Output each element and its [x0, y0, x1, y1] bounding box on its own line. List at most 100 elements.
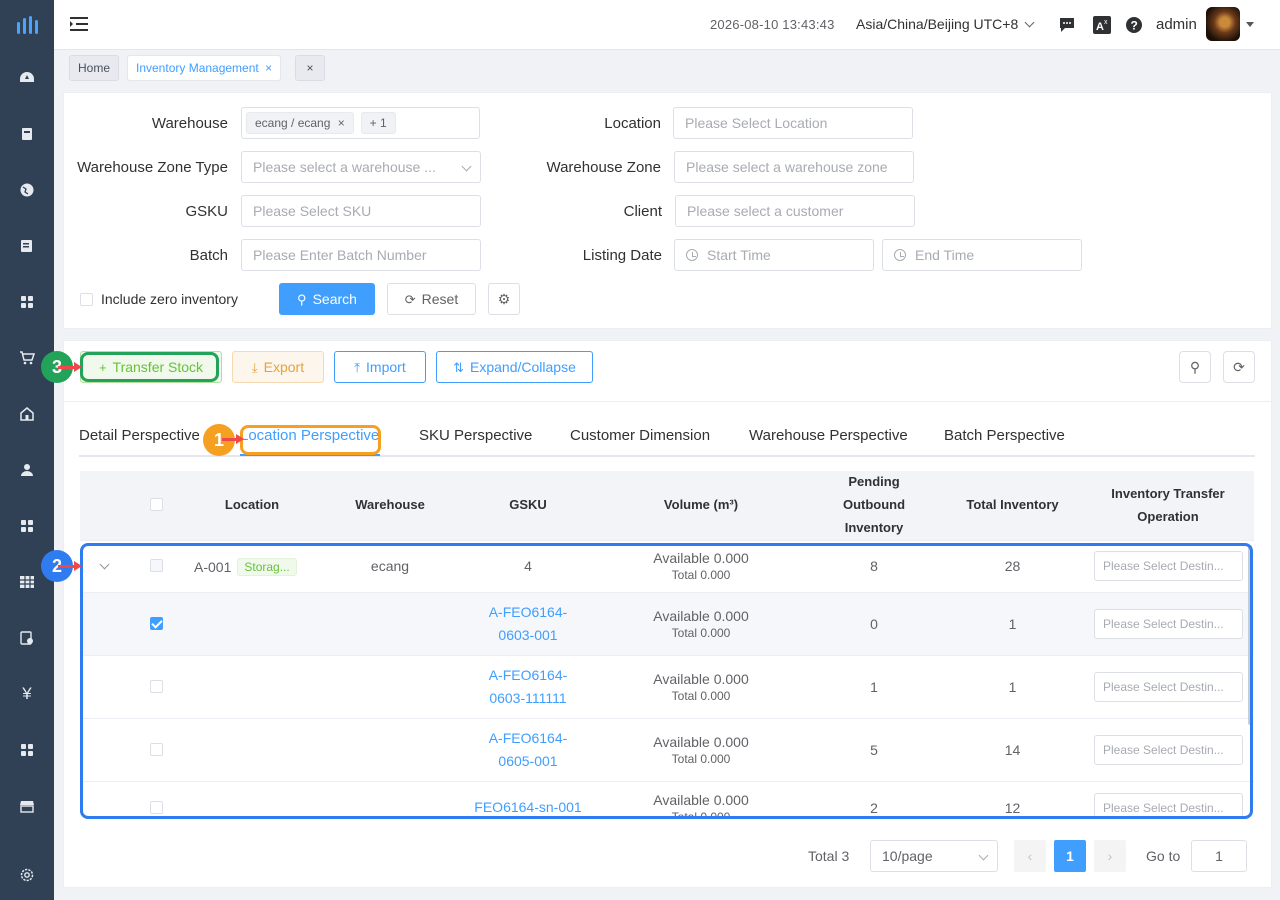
gsku-link[interactable]: FEO6164-sn-001 — [468, 796, 588, 818]
gsku-link[interactable]: A-FEO6164- 0603-001 — [468, 601, 588, 647]
gsku-line2: 0603-111111 — [489, 690, 567, 706]
timezone-select[interactable]: Asia/China/Beijing UTC+8 — [856, 16, 1035, 32]
username[interactable]: admin — [1156, 16, 1197, 33]
batch-input[interactable]: Please Enter Batch Number — [241, 239, 481, 271]
zero-inventory-label: Include zero inventory — [101, 291, 238, 307]
row-checkbox[interactable] — [150, 801, 163, 814]
warehouse-select[interactable]: ecang / ecang × + 1 — [241, 107, 480, 139]
warehouse-label: Warehouse — [151, 115, 228, 132]
expand-collapse-button[interactable]: ⇅ Expand/Collapse — [436, 351, 593, 383]
table-icon[interactable] — [17, 572, 37, 592]
page-size-select[interactable]: 10/page — [870, 840, 998, 872]
avatar[interactable] — [1206, 7, 1240, 41]
message-icon[interactable] — [1058, 16, 1076, 34]
apps-grid-icon[interactable] — [17, 516, 37, 536]
table-scrollbar[interactable] — [1248, 545, 1252, 725]
tag-inventory-management[interactable]: Inventory Management × — [127, 55, 282, 81]
settings-button[interactable]: ⚙ — [488, 283, 520, 315]
tab-warehouse-perspective[interactable]: Warehouse Perspective — [749, 427, 908, 444]
table-row-clip: FEO6164-sn-001 Available 0.000 Total 0.00… — [80, 782, 1254, 818]
import-button[interactable]: ⤒ Import — [334, 351, 426, 383]
gsku-link[interactable]: A-FEO6164- 0605-001 — [468, 727, 588, 773]
toolbar-divider — [63, 401, 1272, 402]
destination-select[interactable]: Please Select Destin... — [1094, 609, 1243, 639]
volume-available: Available 0.000 — [653, 734, 749, 750]
transfer-stock-button[interactable]: + Transfer Stock — [80, 351, 222, 383]
zone-type-select[interactable]: Please select a warehouse ... — [241, 151, 481, 183]
refresh-icon: ⟳ — [404, 292, 416, 307]
svg-text:A: A — [1096, 21, 1104, 33]
table-search-button[interactable]: ⚲ — [1179, 351, 1211, 383]
gsku-line2: 0603-001 — [498, 627, 558, 643]
search-button[interactable]: ⚲ Search — [279, 283, 375, 315]
yuan-icon[interactable]: ¥ — [17, 684, 37, 704]
close-icon[interactable]: × — [265, 61, 272, 75]
close-all-icon[interactable]: × — [295, 55, 325, 81]
select-all-checkbox[interactable] — [150, 498, 163, 511]
timezone-label: Asia/China/Beijing UTC+8 — [856, 16, 1019, 32]
caret-down-icon[interactable] — [1246, 22, 1254, 27]
row-total: 12 — [1004, 800, 1021, 816]
apps-grid-icon[interactable] — [17, 740, 37, 760]
start-date-input[interactable]: Start Time — [674, 239, 874, 271]
location-label: Location — [604, 115, 661, 132]
translate-icon[interactable]: Ax — [1093, 16, 1111, 34]
col-transfer-operation: Inventory Transfer Operation — [1090, 482, 1246, 528]
gsku-select[interactable]: Please Select SKU — [241, 195, 481, 227]
tab-customer-dimension[interactable]: Customer Dimension — [570, 427, 710, 444]
home-icon[interactable] — [17, 404, 37, 424]
zone-select[interactable]: Please select a warehouse zone — [674, 151, 914, 183]
volume-available: Available 0.000 — [653, 792, 749, 808]
warehouse-chip-label: ecang / ecang — [255, 116, 331, 130]
page-number-button[interactable]: 1 — [1054, 840, 1086, 872]
download-icon: ⤓ — [251, 360, 258, 375]
tab-detail-perspective[interactable]: Detail Perspective — [79, 427, 200, 444]
close-icon[interactable]: × — [338, 116, 345, 130]
tab-batch-perspective[interactable]: Batch Perspective — [944, 427, 1065, 444]
tag-home[interactable]: Home — [69, 55, 120, 81]
reset-button[interactable]: ⟳ Reset — [387, 283, 476, 315]
store-icon[interactable] — [17, 796, 37, 816]
document-icon[interactable] — [17, 236, 37, 256]
row-volume: Available 0.000 Total 0.000 — [630, 670, 772, 704]
export-button[interactable]: ⤓ Export — [232, 351, 324, 383]
prev-page-button[interactable]: ‹ — [1014, 840, 1046, 872]
destination-select[interactable]: Please Select Destin... — [1094, 672, 1243, 702]
settings-gear-icon[interactable] — [17, 865, 37, 885]
client-select[interactable]: Please select a customer — [675, 195, 915, 227]
group-gsku-count: 4 — [524, 558, 532, 574]
globe-icon[interactable] — [17, 180, 37, 200]
location-select[interactable]: Please Select Location — [673, 107, 913, 139]
apps-grid-icon[interactable] — [17, 292, 37, 312]
gsku-link[interactable]: A-FEO6164- 0603-111111 — [468, 664, 588, 710]
product-icon[interactable] — [17, 124, 37, 144]
goto-input[interactable]: 1 — [1191, 840, 1247, 872]
row-checkbox[interactable] — [150, 617, 163, 630]
destination-select[interactable]: Please Select Destin... — [1094, 735, 1243, 765]
pagination-total: Total 3 — [808, 848, 850, 864]
tab-location-perspective[interactable]: Location Perspective — [240, 427, 379, 444]
group-row-checkbox[interactable] — [150, 559, 163, 572]
destination-select[interactable]: Please Select Destin... — [1094, 793, 1243, 818]
search-button-label: Search — [312, 291, 357, 307]
batch-label: Batch — [189, 247, 228, 264]
app-logo[interactable] — [15, 14, 39, 36]
table-refresh-button[interactable]: ⟳ — [1223, 351, 1255, 383]
user-icon[interactable] — [17, 460, 37, 480]
destination-select[interactable]: Please Select Destin... — [1094, 551, 1243, 581]
help-icon[interactable]: ? — [1125, 16, 1143, 34]
chevron-down-icon — [461, 161, 472, 172]
row-checkbox[interactable] — [150, 680, 163, 693]
cart-icon[interactable] — [17, 348, 37, 368]
search-icon: ⚲ — [1189, 359, 1201, 375]
menu-toggle-icon[interactable] — [70, 16, 88, 32]
zero-inventory-checkbox[interactable] — [80, 293, 93, 306]
dashboard-icon[interactable] — [17, 68, 37, 88]
report-icon[interactable] — [17, 628, 37, 648]
group-location-code: A-001 — [194, 559, 232, 575]
svg-text:?: ? — [1131, 19, 1138, 33]
row-checkbox[interactable] — [150, 743, 163, 756]
end-date-input[interactable]: End Time — [882, 239, 1082, 271]
next-page-button[interactable]: › — [1094, 840, 1126, 872]
tab-sku-perspective[interactable]: SKU Perspective — [419, 427, 532, 444]
